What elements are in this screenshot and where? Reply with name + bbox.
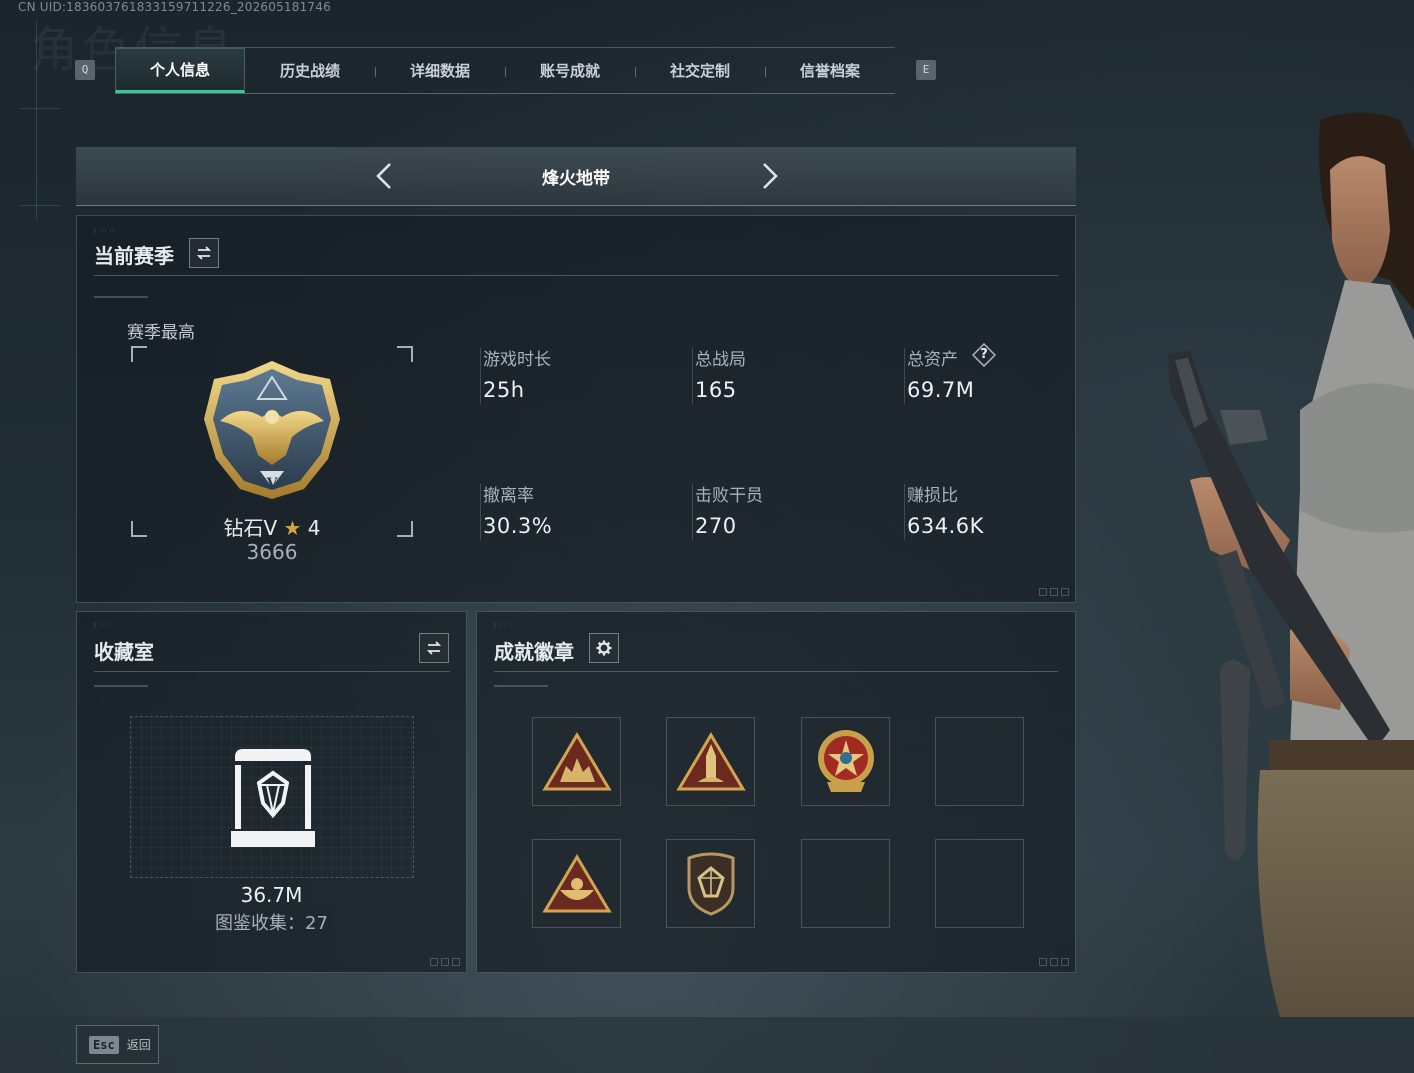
badges-panel: | ::: :: 成就徽章 [476, 611, 1076, 973]
badge-slot[interactable] [532, 717, 621, 806]
swap-icon [196, 246, 212, 260]
next-tab-key-hint[interactable]: E [916, 60, 936, 80]
badges-title: 成就徽章 [494, 640, 574, 664]
stat-label-kills: 击败干员 [695, 486, 763, 506]
panel-corner-deco [1039, 958, 1069, 966]
badge-triangle-rocket-icon [675, 731, 746, 790]
back-button[interactable]: Esc 返回 [76, 1025, 159, 1064]
badge-slot[interactable] [532, 839, 621, 928]
mode-selector: 烽火地带 [76, 147, 1076, 206]
badge-slot-empty[interactable] [935, 839, 1024, 928]
season-panel: | ::: :: 当前赛季 赛季最高 V 钻石V ★ 4 3666 游戏时长 2… [76, 215, 1076, 603]
badge-round-star-icon [817, 729, 874, 792]
help-button[interactable]: ? [972, 343, 996, 367]
deco-line [20, 108, 60, 109]
help-glyph: ? [980, 347, 988, 362]
tab-personal-info[interactable]: 个人信息 [115, 48, 245, 93]
rank-name: 钻石V [223, 516, 278, 540]
season-switch-button[interactable] [189, 238, 219, 268]
badge-slot[interactable] [666, 839, 755, 928]
stat-divider [904, 348, 905, 404]
badge-slot-empty[interactable] [935, 717, 1024, 806]
stat-divider [692, 484, 693, 540]
rank-stars: 4 [307, 516, 321, 540]
tab-social[interactable]: 社交定制 [635, 48, 765, 93]
stat-label-assets: 总资产 [907, 350, 958, 370]
deco-tick: | ::: :: [94, 228, 116, 234]
stat-label-matches: 总战局 [695, 350, 746, 370]
rank-score: 3666 [246, 540, 298, 564]
svg-text:V: V [266, 476, 279, 492]
frame-corner [131, 346, 147, 362]
panel-divider [94, 275, 1058, 276]
stat-divider [480, 484, 481, 540]
deco-bar [94, 685, 148, 687]
rank-emblem-icon: V [204, 361, 340, 499]
stat-divider [692, 348, 693, 404]
collection-showcase[interactable] [130, 716, 414, 878]
deco-bar [94, 296, 148, 298]
season-title: 当前赛季 [94, 244, 174, 268]
esc-key-hint: Esc [89, 1035, 119, 1054]
stat-value-kills: 270 [695, 514, 737, 538]
panel-corner-deco [430, 958, 460, 966]
stat-divider [480, 348, 481, 404]
bottom-bar [0, 1017, 1414, 1073]
stat-label-extract-rate: 撤离率 [483, 486, 534, 506]
collection-title: 收藏室 [94, 640, 154, 664]
badge-slot-empty[interactable] [801, 839, 890, 928]
tab-details[interactable]: 详细数据 [375, 48, 505, 93]
stat-value-playtime: 25h [483, 378, 525, 402]
badge-slot[interactable] [801, 717, 890, 806]
badges-settings-button[interactable] [589, 633, 619, 663]
stat-divider [904, 484, 905, 540]
mode-title: 烽火地带 [542, 169, 610, 189]
chevron-right-icon[interactable] [754, 161, 784, 191]
tab-bar: 个人信息 历史战绩 详细数据 账号成就 社交定制 信誉档案 [115, 47, 895, 94]
star-icon: ★ [283, 516, 302, 540]
prev-tab-key-hint[interactable]: Q [75, 60, 95, 80]
panel-corner-deco [1039, 588, 1069, 596]
gear-icon [596, 640, 612, 656]
panel-divider [94, 671, 450, 672]
season-best-label: 赛季最高 [127, 323, 195, 343]
deco-line [36, 20, 37, 220]
catalog-count: 图鉴收集：27 [215, 913, 328, 934]
collection-value: 36.7M [240, 883, 303, 907]
stat-value-profit-ratio: 634.6K [907, 514, 984, 538]
swap-icon [426, 641, 442, 655]
tab-history[interactable]: 历史战绩 [245, 48, 375, 93]
badge-shield-diamond-icon [687, 852, 734, 916]
stat-value-extract-rate: 30.3% [483, 514, 553, 538]
display-case-icon [231, 749, 315, 847]
stat-label-playtime: 游戏时长 [483, 350, 551, 370]
deco-tick: | ::: :: [494, 622, 516, 628]
deco-tick: | ::: :: [94, 622, 116, 628]
panel-divider [494, 671, 1058, 672]
tab-credit[interactable]: 信誉档案 [765, 48, 895, 93]
stat-value-matches: 165 [695, 378, 737, 402]
tab-achievements[interactable]: 账号成就 [505, 48, 635, 93]
collection-panel: | ::: :: 收藏室 36.7M 图鉴收集：27 [76, 611, 467, 973]
deco-bar [494, 685, 548, 687]
stat-value-assets: 69.7M [907, 378, 975, 402]
rank-line: 钻石V ★ 4 [77, 512, 467, 541]
badge-triangle-soldiers-icon [541, 731, 612, 790]
collection-switch-button[interactable] [419, 633, 449, 663]
stat-label-profit-ratio: 赚损比 [907, 486, 958, 506]
deco-line [20, 205, 60, 206]
badge-slot[interactable] [666, 717, 755, 806]
badge-triangle-bowl-icon [541, 853, 612, 912]
back-label: 返回 [126, 1038, 151, 1052]
character-artwork [1168, 112, 1414, 1017]
frame-corner [397, 346, 413, 362]
